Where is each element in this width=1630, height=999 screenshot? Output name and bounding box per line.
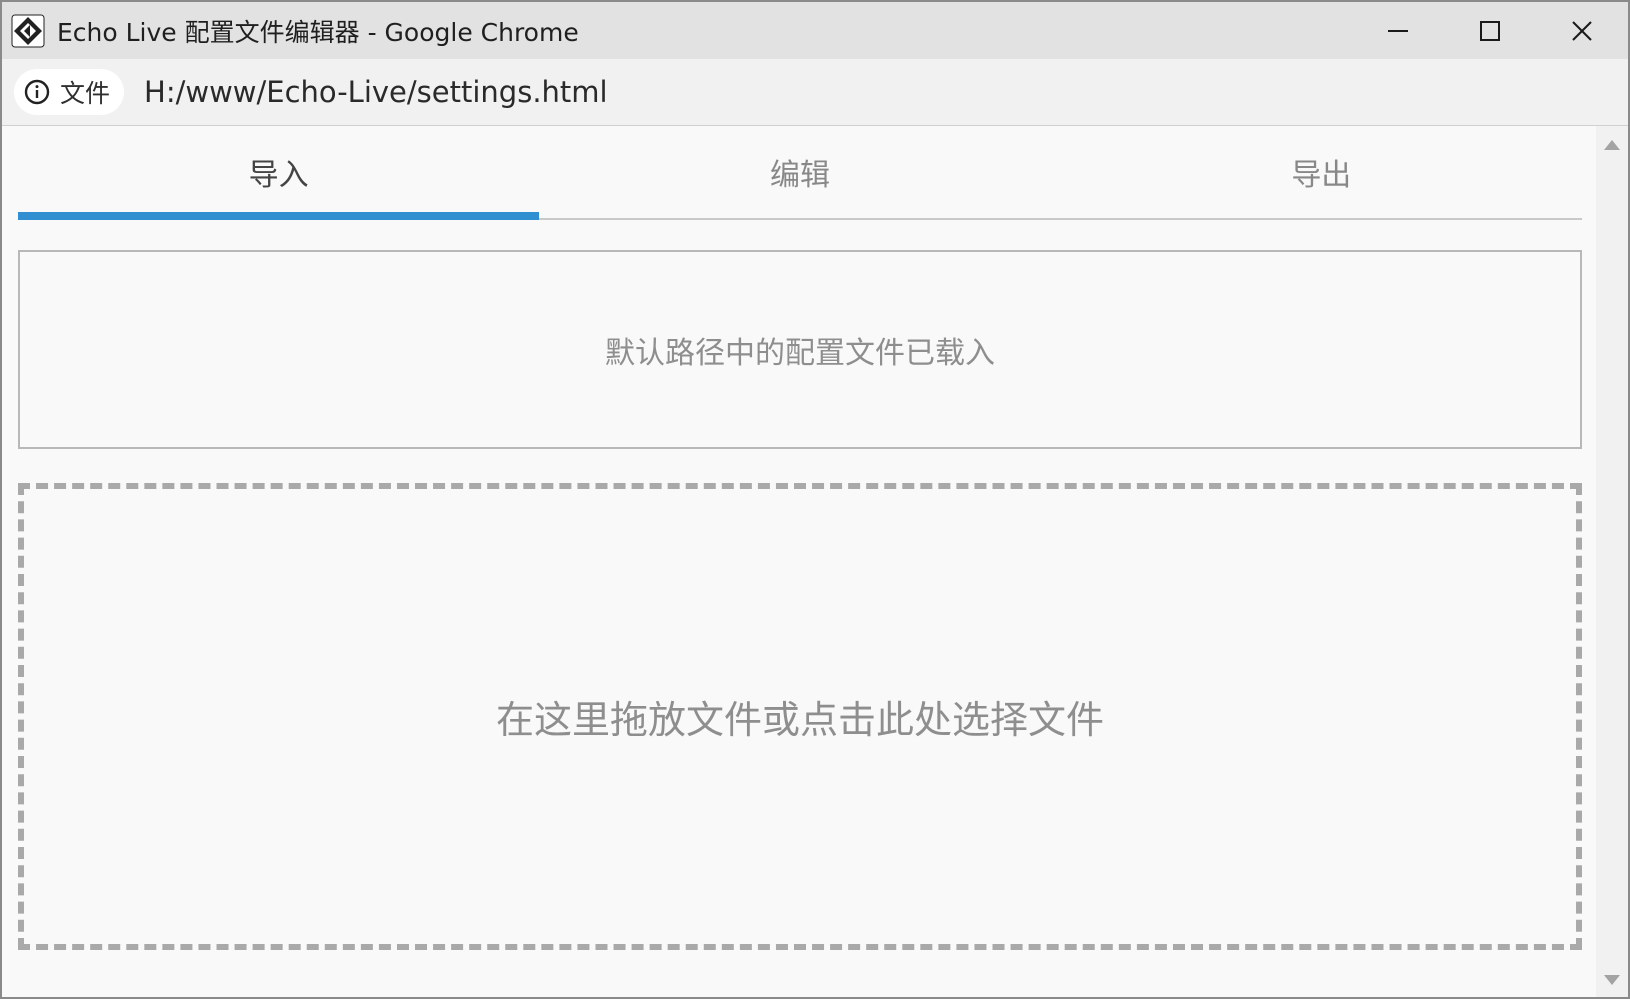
tab-bar: 导入 编辑 导出 [18, 126, 1582, 220]
tab-edit-label: 编辑 [769, 158, 830, 193]
title-bar[interactable]: Echo Live 配置文件编辑器 - Google Chrome [2, 2, 1628, 59]
scroll-up-arrow-icon [1604, 140, 1620, 150]
address-bar: 文件 H:/www/Echo-Live/settings.html [2, 59, 1628, 126]
minimize-button[interactable] [1352, 2, 1444, 59]
scroll-up-button[interactable] [1596, 130, 1628, 160]
vertical-scrollbar[interactable] [1596, 126, 1628, 997]
status-message-box: 默认路径中的配置文件已载入 [18, 250, 1582, 449]
site-info-label: 文件 [60, 79, 111, 108]
info-icon [24, 79, 50, 105]
tab-import[interactable]: 导入 [18, 126, 540, 220]
close-icon [1572, 20, 1592, 41]
minimize-icon [1388, 29, 1408, 32]
tab-export-label: 导出 [1291, 158, 1352, 193]
status-message: 默认路径中的配置文件已载入 [605, 335, 995, 371]
scroll-down-button[interactable] [1596, 965, 1628, 995]
close-button[interactable] [1536, 2, 1628, 59]
drop-zone-text: 在这里拖放文件或点击此处选择文件 [495, 698, 1104, 742]
site-info-chip[interactable]: 文件 [14, 69, 125, 115]
maximize-button[interactable] [1444, 2, 1536, 59]
tab-export[interactable]: 导出 [1061, 126, 1582, 218]
file-drop-zone[interactable]: 在这里拖放文件或点击此处选择文件 [18, 483, 1582, 950]
tab-edit[interactable]: 编辑 [539, 126, 1060, 218]
echo-live-logo-icon [11, 14, 45, 48]
url-field[interactable]: H:/www/Echo-Live/settings.html [144, 75, 608, 109]
maximize-icon [1480, 20, 1500, 41]
window-title: Echo Live 配置文件编辑器 - Google Chrome [57, 17, 579, 47]
scroll-down-arrow-icon [1604, 975, 1620, 985]
browser-window: Echo Live 配置文件编辑器 - Google Chrome 文件 H:/… [0, 0, 1630, 999]
tab-import-label: 导入 [248, 158, 309, 193]
page-content: 导入 编辑 导出 默认路径中的配置文件已载入 在这里拖放文件或点击此处选择文件 [2, 126, 1598, 997]
window-controls [1352, 2, 1628, 59]
